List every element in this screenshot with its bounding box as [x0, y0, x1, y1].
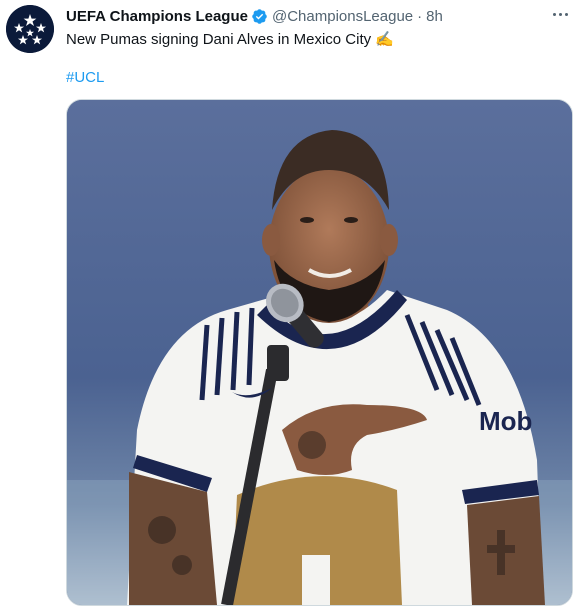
separator-dot: · — [417, 7, 423, 25]
tweet-header: UEFA Champions League @ChampionsLeague ·… — [66, 6, 547, 26]
more-options-icon[interactable] — [547, 4, 573, 24]
verified-badge-icon — [252, 8, 267, 24]
display-name[interactable]: UEFA Champions League — [66, 8, 248, 25]
jersey-sponsor-text: Mob — [479, 406, 532, 436]
tweet-photo[interactable]: Mob — [66, 99, 573, 606]
avatar[interactable] — [6, 5, 54, 53]
timestamp[interactable]: 8h — [426, 8, 443, 25]
hashtag-link[interactable]: #UCL — [66, 68, 104, 88]
champions-league-logo-icon — [6, 5, 54, 53]
handle[interactable]: @ChampionsLeague — [272, 8, 413, 25]
photo-dani-alves: Mob — [67, 100, 572, 605]
tweet-text: New Pumas signing Dani Alves in Mexico C… — [66, 31, 394, 48]
tweet[interactable]: UEFA Champions League @ChampionsLeague ·… — [0, 0, 587, 608]
